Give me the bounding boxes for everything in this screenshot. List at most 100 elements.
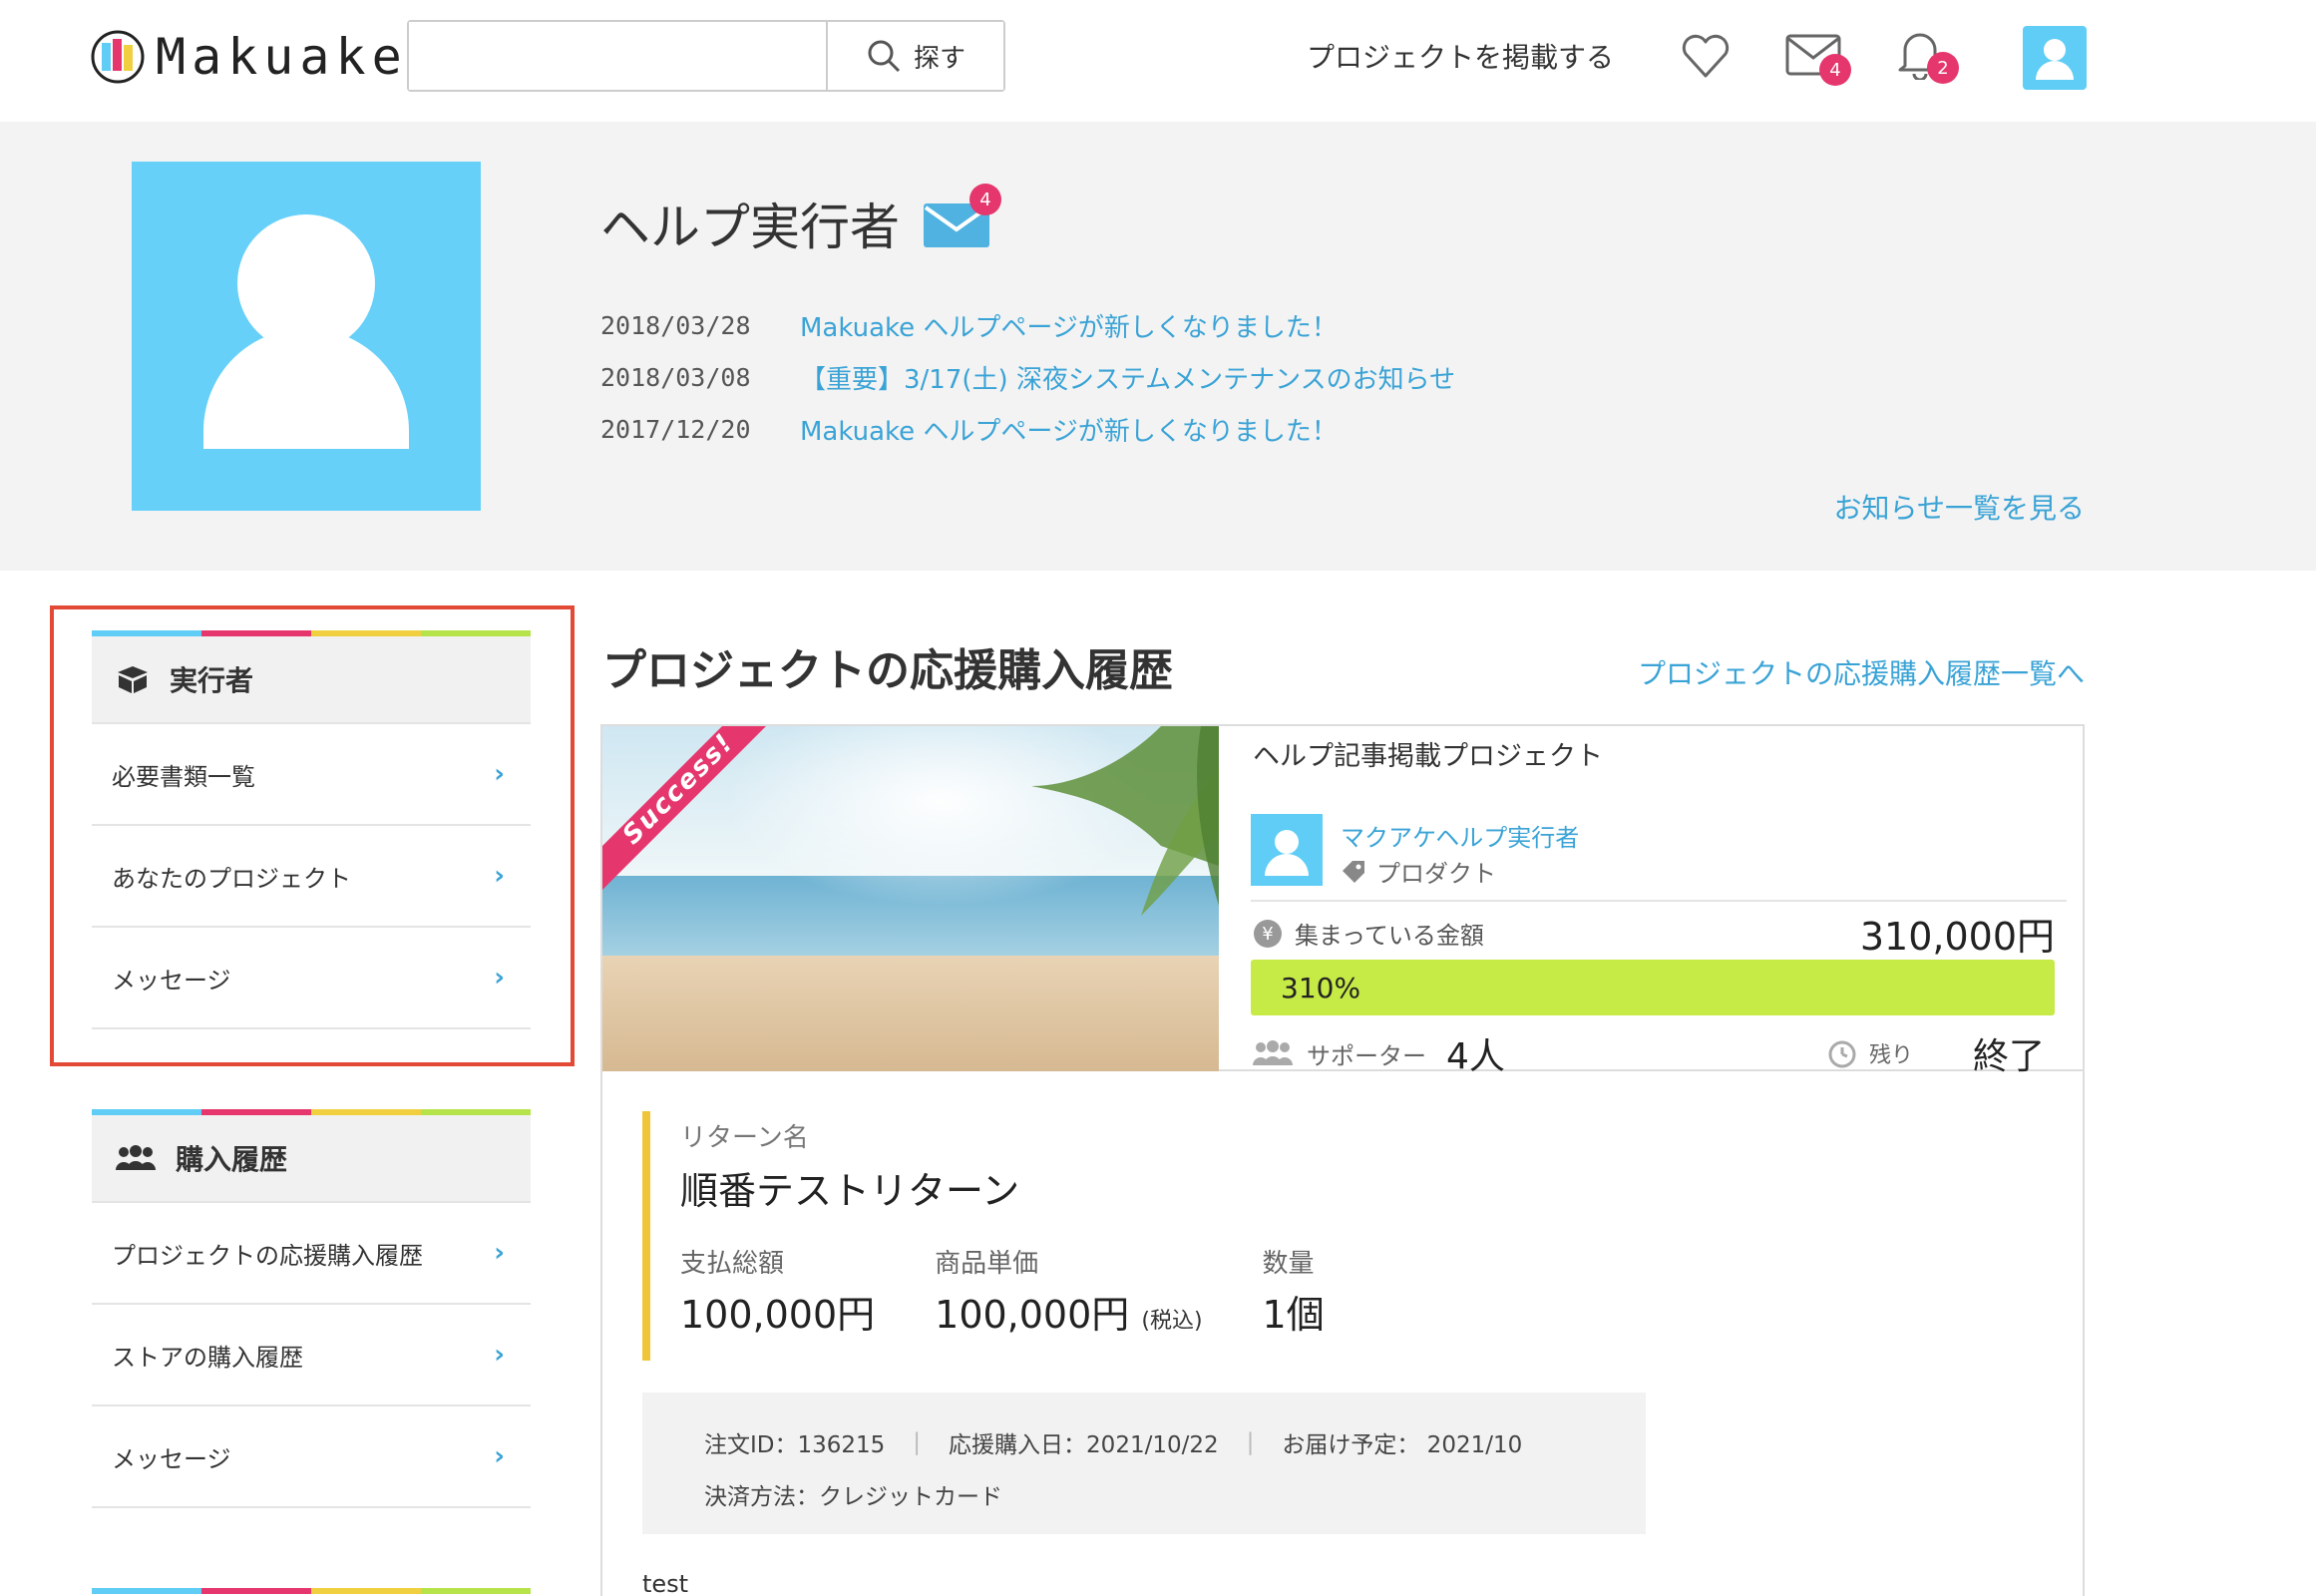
clock-icon — [1827, 1038, 1857, 1068]
owner-avatar[interactable] — [1251, 814, 1323, 886]
post-project-link[interactable]: プロジェクトを掲載する — [1307, 36, 1614, 76]
search-box: 探す — [407, 20, 1005, 92]
sidebar-item-messages[interactable]: メッセージ › — [92, 1406, 531, 1508]
news-date: 2018/03/28 — [600, 311, 800, 340]
raised-label: 集まっている金額 — [1295, 916, 1484, 951]
search-button-label: 探す — [914, 38, 965, 75]
total-column: 支払総額 100,000円 — [680, 1243, 875, 1339]
raised-label-row: ¥ 集まっている金額 — [1253, 916, 1484, 951]
message-badge: 4 — [1819, 54, 1851, 86]
progress-fill: 310% — [1251, 960, 2055, 1015]
sidebar-heading: 購入履歴 — [92, 1115, 531, 1203]
logo-mark-icon — [90, 29, 146, 85]
memo-text: test — [642, 1570, 688, 1596]
user-avatar-button[interactable] — [2023, 26, 2087, 90]
news-title-link[interactable]: Makuake ヘルプページが新しくなりました！ — [800, 411, 1338, 448]
order-id: 注文ID：136215 — [704, 1425, 885, 1459]
news-item: 2018/03/28 Makuake ヘルプページが新しくなりました！ — [600, 299, 1455, 351]
profile-band: ヘルプ実行者 4 2018/03/28 Makuake ヘルプページが新しくなり… — [0, 122, 2316, 571]
chevron-right-icon: › — [494, 1441, 505, 1471]
category-label: プロダクト — [1376, 854, 1496, 889]
user-silhouette-icon — [132, 162, 481, 511]
news-list: 2018/03/28 Makuake ヘルプページが新しくなりました！ 2018… — [600, 299, 1455, 455]
owner-name-link[interactable]: マクアケヘルプ実行者 — [1341, 818, 1579, 853]
user-icon — [2023, 26, 2087, 90]
news-date: 2018/03/08 — [600, 363, 800, 392]
chevron-right-icon: › — [494, 1238, 505, 1268]
notification-bell-icon[interactable]: 2 — [1897, 28, 1943, 84]
project-image[interactable]: Success! — [602, 726, 1219, 1071]
sidebar-item-label: ストアの購入履歴 — [112, 1338, 303, 1373]
total-value: 100,000円 — [680, 1284, 875, 1339]
purchase-card: Success! ヘルプ記事掲載プロジェクト マクアケヘルプ実行者 プロダクト … — [600, 724, 2085, 1596]
quantity-value: 1個 — [1263, 1284, 1325, 1339]
news-title-link[interactable]: 【重要】3/17(土) 深夜システムメンテナンスのお知らせ — [800, 359, 1455, 396]
divider — [1251, 900, 2067, 902]
quantity-column: 数量 1個 — [1263, 1243, 1325, 1339]
message-envelope-icon[interactable]: 4 — [1785, 34, 1841, 80]
people-icon — [116, 1144, 156, 1172]
sidebar-item-store-purchases[interactable]: ストアの購入履歴 › — [92, 1305, 531, 1406]
news-title-link[interactable]: Makuake ヘルプページが新しくなりました！ — [800, 307, 1338, 344]
sidebar-item-project-purchases[interactable]: プロジェクトの応援購入履歴 › — [92, 1203, 531, 1305]
rainbow-bar — [92, 1588, 531, 1594]
sidebar-item-label: メッセージ — [112, 1439, 231, 1474]
svg-text:¥: ¥ — [1262, 924, 1273, 945]
tag-icon — [1341, 859, 1366, 885]
remaining-label: 残り — [1869, 1037, 1913, 1069]
reward-label: リターン名 — [680, 1117, 1540, 1154]
sidebar-heading-label: 購入履歴 — [176, 1138, 287, 1178]
tax-note: (税込) — [1141, 1309, 1202, 1334]
order-info-box: 注文ID：136215 | 応援購入日：2021/10/22 | お届け予定： … — [642, 1393, 1646, 1534]
highlight-box — [50, 605, 575, 1066]
profile-name: ヘルプ実行者 — [600, 188, 900, 259]
quantity-label: 数量 — [1263, 1243, 1325, 1280]
news-item: 2018/03/08 【重要】3/17(土) 深夜システムメンテナンスのお知らせ — [600, 351, 1455, 403]
profile-avatar — [132, 162, 481, 511]
unit-price-row: 100,000円 (税込) — [935, 1284, 1202, 1339]
search-input[interactable] — [409, 22, 826, 90]
logo-text: Makuake — [156, 28, 408, 86]
progress-label: 310% — [1281, 972, 1360, 1004]
makuake-logo[interactable]: Makuake — [90, 28, 408, 86]
profile-mail-badge: 4 — [969, 184, 1001, 215]
top-header: Makuake 探す プロジェクトを掲載する 4 2 — [0, 0, 2316, 122]
payment-method: 決済方法：クレジットカード — [704, 1477, 1002, 1511]
purchase-history-all-link[interactable]: プロジェクトの応援購入履歴一覧へ — [1638, 652, 2085, 692]
favorites-heart-icon[interactable] — [1680, 30, 1732, 86]
news-more-link[interactable]: お知らせ一覧を見る — [1834, 487, 2085, 527]
supporters-row: サポーター 4人 — [1253, 1027, 1505, 1079]
purchase-date: 応援購入日：2021/10/22 — [949, 1425, 1219, 1459]
category-tag[interactable]: プロダクト — [1341, 854, 1496, 889]
order-line: 注文ID：136215 | 応援購入日：2021/10/22 | お届け予定： … — [704, 1416, 1646, 1468]
search-button[interactable]: 探す — [826, 22, 1003, 90]
supporters-icon — [1253, 1040, 1293, 1066]
profile-mail-icon[interactable]: 4 — [924, 200, 989, 247]
profile-name-row: ヘルプ実行者 4 — [600, 188, 989, 259]
separator: | — [913, 1429, 921, 1455]
news-date: 2017/12/20 — [600, 415, 800, 444]
delivery-date: お届け予定： 2021/10 — [1282, 1425, 1522, 1459]
remaining-row: 残り 終了 — [1827, 1027, 2045, 1079]
reward-block: リターン名 順番テストリターン 支払総額 100,000円 商品単価 100,0… — [642, 1111, 1540, 1361]
yen-coin-icon: ¥ — [1253, 919, 1283, 949]
rainbow-bar — [92, 1109, 531, 1115]
sidebar-item-label: プロジェクトの応援購入履歴 — [112, 1236, 423, 1271]
project-name-link[interactable]: ヘルプ記事掲載プロジェクト — [1253, 734, 1603, 773]
chevron-right-icon: › — [494, 1340, 505, 1370]
total-label: 支払総額 — [680, 1243, 875, 1280]
unit-price-column: 商品単価 100,000円 (税込) — [935, 1243, 1202, 1339]
unit-price-value: 100,000円 — [935, 1293, 1129, 1337]
separator: | — [1247, 1429, 1255, 1455]
notification-badge: 2 — [1927, 52, 1959, 84]
reward-name: 順番テストリターン — [680, 1160, 1540, 1215]
supporters-label: サポーター — [1307, 1036, 1426, 1071]
project-info: ヘルプ記事掲載プロジェクト マクアケヘルプ実行者 プロダクト ¥ 集まっている金… — [1219, 726, 2085, 1071]
search-icon — [866, 38, 902, 74]
user-icon — [1251, 814, 1323, 886]
sidebar-section-purchases: 購入履歴 プロジェクトの応援購入履歴 › ストアの購入履歴 › メッセージ › — [92, 1109, 531, 1508]
main-title: プロジェクトの応援購入履歴 — [602, 634, 1173, 698]
raised-value: 310,000円 — [1860, 906, 2055, 961]
reward-details: 支払総額 100,000円 商品単価 100,000円 (税込) 数量 1個 — [680, 1243, 1540, 1339]
supporters-value: 4人 — [1446, 1027, 1505, 1079]
